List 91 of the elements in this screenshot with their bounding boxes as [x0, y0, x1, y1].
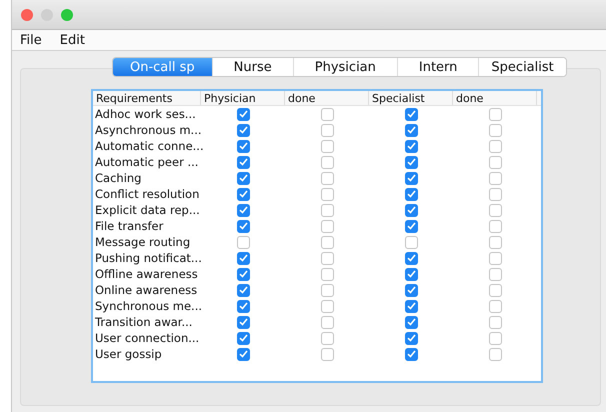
checkbox[interactable] — [320, 156, 334, 168]
checkbox[interactable] — [404, 140, 418, 152]
checkbox[interactable] — [236, 188, 250, 200]
checkbox[interactable] — [488, 252, 502, 264]
checkbox[interactable] — [320, 172, 334, 184]
checkbox[interactable] — [488, 140, 502, 152]
checkbox[interactable] — [488, 316, 502, 328]
checkbox[interactable] — [404, 156, 418, 168]
column-header[interactable]: done — [453, 91, 537, 105]
checkbox[interactable] — [488, 268, 502, 280]
checkbox[interactable] — [404, 252, 418, 264]
checkbox[interactable] — [236, 220, 250, 232]
checkbox[interactable] — [488, 172, 502, 184]
column-header[interactable]: Requirements — [93, 91, 201, 105]
checkbox[interactable] — [404, 236, 418, 248]
checkbox[interactable] — [488, 236, 502, 248]
checkbox[interactable] — [236, 108, 250, 120]
checkbox[interactable] — [236, 348, 250, 360]
checkbox[interactable] — [488, 332, 502, 344]
requirement-name: Asynchronous m... — [94, 123, 201, 137]
requirement-name: Transition awar... — [94, 315, 194, 329]
checkbox[interactable] — [404, 172, 418, 184]
checkbox[interactable] — [488, 124, 502, 136]
requirement-name: Adhoc work ses... — [94, 107, 197, 121]
column-header[interactable]: done — [285, 91, 369, 105]
minimize-button[interactable] — [41, 8, 53, 20]
checkbox[interactable] — [404, 188, 418, 200]
checkbox[interactable] — [236, 252, 250, 264]
checkbox[interactable] — [320, 284, 334, 296]
checkbox[interactable] — [320, 300, 334, 312]
zoom-button[interactable] — [61, 8, 73, 20]
column-header[interactable]: Specialist — [369, 91, 453, 105]
requirement-name: User gossip — [94, 347, 163, 361]
checkbox[interactable] — [320, 252, 334, 264]
checkbox[interactable] — [404, 220, 418, 232]
checkbox[interactable] — [236, 316, 250, 328]
requirement-name: Offline awareness — [94, 267, 199, 281]
requirement-name: Online awareness — [94, 283, 198, 297]
tab[interactable]: Specialist — [478, 58, 566, 76]
checkbox[interactable] — [320, 236, 334, 248]
checkbox[interactable] — [404, 348, 418, 360]
checkbox[interactable] — [404, 284, 418, 296]
checkbox[interactable] — [236, 300, 250, 312]
checkbox[interactable] — [320, 188, 334, 200]
checkbox[interactable] — [236, 332, 250, 344]
requirement-name: Pushing notificat... — [94, 251, 201, 265]
close-button[interactable] — [21, 8, 33, 20]
checkbox[interactable] — [488, 204, 502, 216]
requirement-name: Synchronous me... — [94, 299, 201, 313]
checkbox[interactable] — [320, 268, 334, 280]
checkbox[interactable] — [488, 156, 502, 168]
checkbox[interactable] — [236, 140, 250, 152]
checkbox[interactable] — [488, 300, 502, 312]
checkbox[interactable] — [488, 188, 502, 200]
checkbox[interactable] — [320, 332, 334, 344]
requirement-name: User connection... — [94, 331, 200, 345]
checkbox[interactable] — [488, 220, 502, 232]
checkbox[interactable] — [488, 284, 502, 296]
requirement-name: Message routing — [94, 235, 192, 249]
checkbox[interactable] — [404, 300, 418, 312]
checkbox[interactable] — [404, 204, 418, 216]
checkbox[interactable] — [404, 332, 418, 344]
checkbox[interactable] — [488, 348, 502, 360]
column-header[interactable]: Physician — [201, 91, 285, 105]
requirement-name: Automatic peer ... — [94, 155, 200, 169]
checkbox[interactable] — [236, 284, 250, 296]
requirement-name: Explicit data rep... — [94, 203, 201, 217]
checkbox[interactable] — [320, 348, 334, 360]
checkbox[interactable] — [236, 236, 250, 248]
checkbox[interactable] — [236, 156, 250, 168]
checkbox[interactable] — [236, 204, 250, 216]
checkbox[interactable] — [404, 108, 418, 120]
checkbox[interactable] — [320, 124, 334, 136]
checkbox[interactable] — [404, 316, 418, 328]
checkbox[interactable] — [320, 140, 334, 152]
checkbox[interactable] — [488, 108, 502, 120]
requirement-name: File transfer — [94, 219, 164, 233]
checkbox[interactable] — [236, 124, 250, 136]
checkbox[interactable] — [320, 316, 334, 328]
checkbox[interactable] — [404, 268, 418, 280]
requirement-name: Caching — [94, 171, 142, 185]
requirement-name: Conflict resolution — [94, 187, 200, 201]
menu-item[interactable]: Edit — [60, 32, 85, 48]
menu-item[interactable]: File — [20, 32, 42, 48]
checkbox[interactable] — [320, 204, 334, 216]
requirement-name: Automatic conne... — [94, 139, 201, 153]
checkbox[interactable] — [320, 220, 334, 232]
checkbox[interactable] — [236, 172, 250, 184]
checkbox[interactable] — [320, 108, 334, 120]
checkbox[interactable] — [236, 268, 250, 280]
checkbox[interactable] — [404, 124, 418, 136]
